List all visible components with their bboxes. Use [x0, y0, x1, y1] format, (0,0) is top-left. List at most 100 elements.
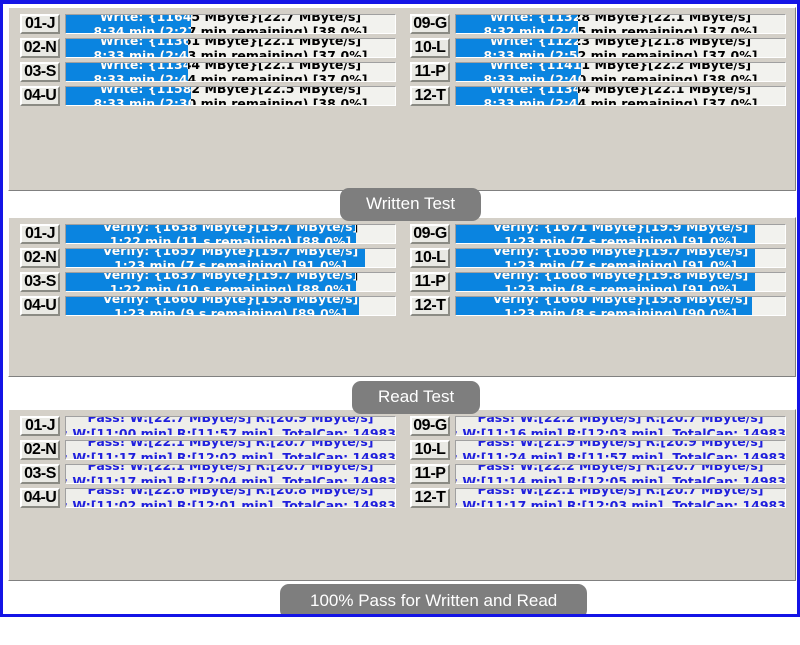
unit-id-badge[interactable]: 01-J	[20, 416, 60, 436]
unit-id-badge[interactable]: 12-T	[410, 86, 450, 106]
read-test-pill-label: Read Test	[352, 381, 481, 414]
write-progress-bar[interactable]: Write: {11361 MByte}[22.1 MByte/s] 8:33 …	[65, 38, 396, 58]
verify-progress-bar[interactable]: Verify: {1656 MByte}[19.7 MByte/s] 1:23 …	[455, 248, 786, 268]
progress-line-1-white: Verify: {1657 MByte}[19.7 MByte/s]	[102, 249, 359, 258]
unit-row[interactable]: 12-T Write: {11344 MByte}[22.1 MByte/s] …	[402, 84, 792, 108]
unit-row[interactable]: 10-L Pass! W:[21.9 MByte/s] R:[20.9 MByt…	[402, 438, 792, 462]
unit-row[interactable]: 04-U Verify: {1660 MByte}[19.8 MByte/s] …	[12, 294, 402, 318]
unit-id-badge[interactable]: 09-G	[410, 416, 450, 436]
write-progress-bar[interactable]: Write: {11344 MByte}[22.1 MByte/s] 8:33 …	[455, 86, 786, 106]
unit-id-badge[interactable]: 04-U	[20, 296, 60, 316]
pass-line-1: Pass! W:[22.2 MByte/s] R:[20.7 MByte/s]	[477, 464, 764, 473]
unit-id-badge[interactable]: 09-G	[410, 224, 450, 244]
unit-id-badge[interactable]: 03-S	[20, 272, 60, 292]
unit-row[interactable]: 12-T Verify: {1660 MByte}[19.8 MByte/s] …	[402, 294, 792, 318]
unit-id-badge[interactable]: 02-N	[20, 38, 60, 58]
pass-result-box[interactable]: Pass! W:[22.6 MByte/s] R:[20.8 MByte/s] …	[65, 488, 396, 508]
progress-label-filled: Verify: {1660 MByte}[19.8 MByte/s] 1:23 …	[66, 297, 359, 315]
write-progress-bar[interactable]: Write: {11411 MByte}[22.2 MByte/s] 8:33 …	[455, 62, 786, 82]
unit-row[interactable]: 04-U Write: {11582 MByte}[22.5 MByte/s] …	[12, 84, 402, 108]
progress-line-1-white: Verify: {1671 MByte}[19.9 MByte/s]	[492, 225, 749, 234]
read-test-column-left: 01-J Verify: {1638 MByte}[19.7 MByte/s] …	[12, 222, 402, 318]
progress-line-2-white: 1:23 min (7 s remaining) [91.0%]	[504, 258, 737, 267]
unit-id-badge[interactable]: 10-L	[410, 440, 450, 460]
verify-progress-bar[interactable]: Verify: {1671 MByte}[19.9 MByte/s] 1:23 …	[455, 224, 786, 244]
verify-progress-bar[interactable]: Verify: {1666 MByte}[19.8 MByte/s] 1:23 …	[455, 272, 786, 292]
unit-row[interactable]: 04-U Pass! W:[22.6 MByte/s] R:[20.8 MByt…	[12, 486, 402, 510]
unit-id-badge[interactable]: 09-G	[410, 14, 450, 34]
unit-row[interactable]: 10-L Write: {11223 MByte}[21.8 MByte/s] …	[402, 36, 792, 60]
unit-row[interactable]: 03-S Write: {11344 MByte}[22.1 MByte/s] …	[12, 60, 402, 84]
unit-row[interactable]: 03-S Pass! W:[22.1 MByte/s] R:[20.7 MByt…	[12, 462, 402, 486]
write-progress-bar[interactable]: Write: {11645 MByte}[22.7 MByte/s] 8:34 …	[65, 14, 396, 34]
progress-line-2-white: 8:32 min (2:45 min remaining) [37.0%]	[483, 24, 578, 33]
unit-row[interactable]: 11-P Pass! W:[22.2 MByte/s] R:[20.7 MByt…	[402, 462, 792, 486]
verify-progress-bar[interactable]: Verify: {1637 MByte}[19.7 MByte/s] 1:22 …	[65, 272, 396, 292]
verify-progress-bar[interactable]: Verify: {1657 MByte}[19.7 MByte/s] 1:23 …	[65, 248, 396, 268]
unit-row[interactable]: 12-T Pass! W:[22.1 MByte/s] R:[20.7 MByt…	[402, 486, 792, 510]
unit-id-badge[interactable]: 03-S	[20, 62, 60, 82]
unit-row[interactable]: 09-G Verify: {1671 MByte}[19.9 MByte/s] …	[402, 222, 792, 246]
unit-row[interactable]: 11-P Write: {11411 MByte}[22.2 MByte/s] …	[402, 60, 792, 84]
progress-line-1-white: Verify: {1660 MByte}[19.8 MByte/s]	[492, 297, 749, 306]
progress-line-2-white: 1:23 min (7 s remaining) [91.0%]	[114, 258, 347, 267]
pass-result-box[interactable]: Pass! W:[22.2 MByte/s] R:[20.7 MByte/s] …	[455, 416, 786, 436]
progress-label-filled: Verify: {1671 MByte}[19.9 MByte/s] 1:23 …	[456, 225, 755, 243]
progress-line-2-white: 1:23 min (8 s remaining) [91.0%]	[504, 282, 737, 291]
pass-result-box[interactable]: Pass! W:[22.7 MByte/s] R:[20.9 MByte/s] …	[65, 416, 396, 436]
unit-row[interactable]: 11-P Verify: {1666 MByte}[19.8 MByte/s] …	[402, 270, 792, 294]
unit-id-badge[interactable]: 01-J	[20, 224, 60, 244]
unit-id-badge[interactable]: 11-P	[410, 272, 450, 292]
write-progress-bar[interactable]: Write: {11223 MByte}[21.8 MByte/s] 8:33 …	[455, 38, 786, 58]
pass-results-section: 01-J Pass! W:[22.7 MByte/s] R:[20.9 MByt…	[8, 409, 796, 581]
written-test-pill-label: Written Test	[340, 188, 482, 221]
verify-progress-bar[interactable]: Verify: {1660 MByte}[19.8 MByte/s] 1:23 …	[455, 296, 786, 316]
verify-progress-bar[interactable]: Verify: {1638 MByte}[19.7 MByte/s] 1:22 …	[65, 224, 396, 244]
unit-id-badge[interactable]: 01-J	[20, 14, 60, 34]
progress-line-2-white: 1:23 min (9 s remaining) [89.0%]	[114, 306, 347, 315]
unit-id-badge[interactable]: 10-L	[410, 38, 450, 58]
unit-row[interactable]: 01-J Write: {11645 MByte}[22.7 MByte/s] …	[12, 12, 402, 36]
unit-row[interactable]: 02-N Write: {11361 MByte}[22.1 MByte/s] …	[12, 36, 402, 60]
unit-row[interactable]: 09-G Write: {11328 MByte}[22.1 MByte/s] …	[402, 12, 792, 36]
read-test-column-right: 09-G Verify: {1671 MByte}[19.9 MByte/s] …	[402, 222, 792, 318]
unit-row[interactable]: 10-L Verify: {1656 MByte}[19.7 MByte/s] …	[402, 246, 792, 270]
unit-row[interactable]: 03-S Verify: {1637 MByte}[19.7 MByte/s] …	[12, 270, 402, 294]
pass-line-2: : W:[11:17 min] R:[12:04 min], TotalCap:…	[65, 474, 396, 484]
unit-id-badge[interactable]: 11-P	[410, 62, 450, 82]
pass-result-box[interactable]: Pass! W:[21.9 MByte/s] R:[20.9 MByte/s] …	[455, 440, 786, 460]
written-test-column-left: 01-J Write: {11645 MByte}[22.7 MByte/s] …	[12, 12, 402, 108]
write-progress-bar[interactable]: Write: {11582 MByte}[22.5 MByte/s] 8:33 …	[65, 86, 396, 106]
unit-row[interactable]: 09-G Pass! W:[22.2 MByte/s] R:[20.7 MByt…	[402, 414, 792, 438]
progress-line-2-white: 1:22 min (10 s remaining) [88.0%]	[109, 282, 352, 291]
unit-id-badge[interactable]: 02-N	[20, 248, 60, 268]
write-progress-bar[interactable]: Write: {11344 MByte}[22.1 MByte/s] 8:33 …	[65, 62, 396, 82]
pass-result-label: Pass! W:[22.1 MByte/s] R:[20.7 MByte/s] …	[456, 489, 785, 507]
overall-pass-pill-label: 100% Pass for Written and Read	[280, 584, 588, 614]
unit-id-badge[interactable]: 03-S	[20, 464, 60, 484]
verify-progress-bar[interactable]: Verify: {1660 MByte}[19.8 MByte/s] 1:23 …	[65, 296, 396, 316]
unit-id-badge[interactable]: 04-U	[20, 488, 60, 508]
pass-result-label: Pass! W:[22.7 MByte/s] R:[20.9 MByte/s] …	[66, 417, 395, 435]
unit-id-badge[interactable]: 04-U	[20, 86, 60, 106]
write-progress-bar[interactable]: Write: {11328 MByte}[22.1 MByte/s] 8:32 …	[455, 14, 786, 34]
unit-row[interactable]: 02-N Pass! W:[22.1 MByte/s] R:[20.7 MByt…	[12, 438, 402, 462]
pass-result-label: Pass! W:[22.2 MByte/s] R:[20.7 MByte/s] …	[456, 465, 785, 483]
pass-result-box[interactable]: Pass! W:[22.1 MByte/s] R:[20.7 MByte/s] …	[455, 488, 786, 508]
unit-id-badge[interactable]: 12-T	[410, 488, 450, 508]
unit-id-badge[interactable]: 02-N	[20, 440, 60, 460]
unit-row[interactable]: 02-N Verify: {1657 MByte}[19.7 MByte/s] …	[12, 246, 402, 270]
unit-id-badge[interactable]: 10-L	[410, 248, 450, 268]
progress-line-1-white: Verify: {1638 MByte}[19.7 MByte/s]	[102, 225, 356, 234]
unit-row[interactable]: 01-J Pass! W:[22.7 MByte/s] R:[20.9 MByt…	[12, 414, 402, 438]
unit-row[interactable]: 01-J Verify: {1638 MByte}[19.7 MByte/s] …	[12, 222, 402, 246]
pass-result-label: Pass! W:[22.1 MByte/s] R:[20.7 MByte/s] …	[66, 441, 395, 459]
unit-id-badge[interactable]: 12-T	[410, 296, 450, 316]
progress-label-filled: Verify: {1660 MByte}[19.8 MByte/s] 1:23 …	[456, 297, 752, 315]
duplicator-app-window: 01-J Write: {11645 MByte}[22.7 MByte/s] …	[0, 0, 800, 645]
pass-result-box[interactable]: Pass! W:[22.2 MByte/s] R:[20.7 MByte/s] …	[455, 464, 786, 484]
unit-id-badge[interactable]: 11-P	[410, 464, 450, 484]
pass-result-box[interactable]: Pass! W:[22.1 MByte/s] R:[20.7 MByte/s] …	[65, 440, 396, 460]
pass-result-box[interactable]: Pass! W:[22.1 MByte/s] R:[20.7 MByte/s] …	[65, 464, 396, 484]
pass-line-1: Pass! W:[22.7 MByte/s] R:[20.9 MByte/s]	[87, 416, 374, 425]
